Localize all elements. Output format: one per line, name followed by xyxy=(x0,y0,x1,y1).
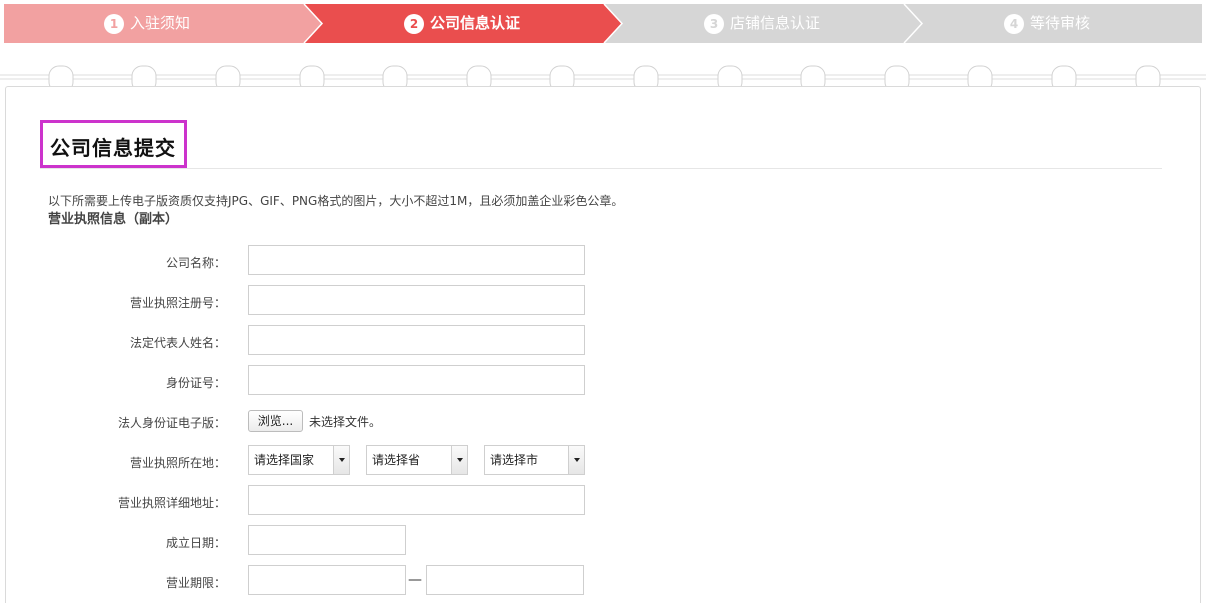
country-select-value: 请选择国家 xyxy=(254,453,315,467)
province-select-value: 请选择省 xyxy=(372,453,421,467)
step-1: 1 入驻须知 xyxy=(104,4,190,43)
upload-note: 以下所需要上传电子版资质仅支持JPG、GIF、PNG格式的图片，大小不超过1M，… xyxy=(48,194,624,208)
legal-rep-label: 法定代表人姓名： xyxy=(129,336,226,350)
address-input[interactable] xyxy=(248,485,585,515)
step-4-label: 等待审核 xyxy=(1030,14,1091,32)
step-3-number: 3 xyxy=(704,13,724,34)
chevron-down-icon xyxy=(451,446,467,474)
company-name-input[interactable] xyxy=(248,245,585,275)
step-4: 4 等待审核 xyxy=(1004,4,1090,43)
term-end-input[interactable] xyxy=(426,565,584,595)
step-2-number: 2 xyxy=(404,13,424,34)
browse-file-button[interactable]: 浏览... xyxy=(248,410,303,432)
id-no-label: 身份证号： xyxy=(165,376,226,390)
file-status-text: 未选择文件。 xyxy=(309,415,382,429)
license-no-label: 营业执照注册号： xyxy=(129,296,226,310)
step-4-number: 4 xyxy=(1004,13,1024,34)
step-3: 3 店铺信息认证 xyxy=(704,4,820,43)
step-3-label: 店铺信息认证 xyxy=(730,14,821,32)
step-2: 2 公司信息认证 xyxy=(404,4,520,43)
term-separator: — xyxy=(408,572,422,588)
chevron-down-icon xyxy=(568,446,584,474)
city-select-value: 请选择市 xyxy=(490,453,539,467)
license-info-subtitle: 营业执照信息（副本） xyxy=(48,212,179,227)
step-1-label: 入驻须知 xyxy=(130,14,191,32)
title-divider xyxy=(40,168,1162,169)
section-title: 公司信息提交 xyxy=(50,136,176,160)
location-label: 营业执照所在地： xyxy=(129,456,226,470)
legal-rep-input[interactable] xyxy=(248,325,585,355)
province-select[interactable]: 请选择省 xyxy=(366,445,468,475)
license-no-input[interactable] xyxy=(248,285,585,315)
country-select[interactable]: 请选择国家 xyxy=(248,445,350,475)
id-no-input[interactable] xyxy=(248,365,585,395)
step-1-number: 1 xyxy=(104,13,124,34)
business-term-label: 营业期限： xyxy=(165,576,226,590)
id-file-label: 法人身份证电子版： xyxy=(117,416,226,430)
step-2-label: 公司信息认证 xyxy=(430,14,521,32)
founded-date-input[interactable] xyxy=(248,525,406,555)
step-progress-bar: 1 入驻须知 2 公司信息认证 3 店铺信息认证 4 等待审核 xyxy=(4,4,1202,43)
company-name-label: 公司名称： xyxy=(165,256,226,270)
city-select[interactable]: 请选择市 xyxy=(484,445,585,475)
founded-date-label: 成立日期： xyxy=(165,536,226,550)
chevron-down-icon xyxy=(333,446,349,474)
address-label: 营业执照详细地址： xyxy=(117,496,226,510)
term-start-input[interactable] xyxy=(248,565,406,595)
